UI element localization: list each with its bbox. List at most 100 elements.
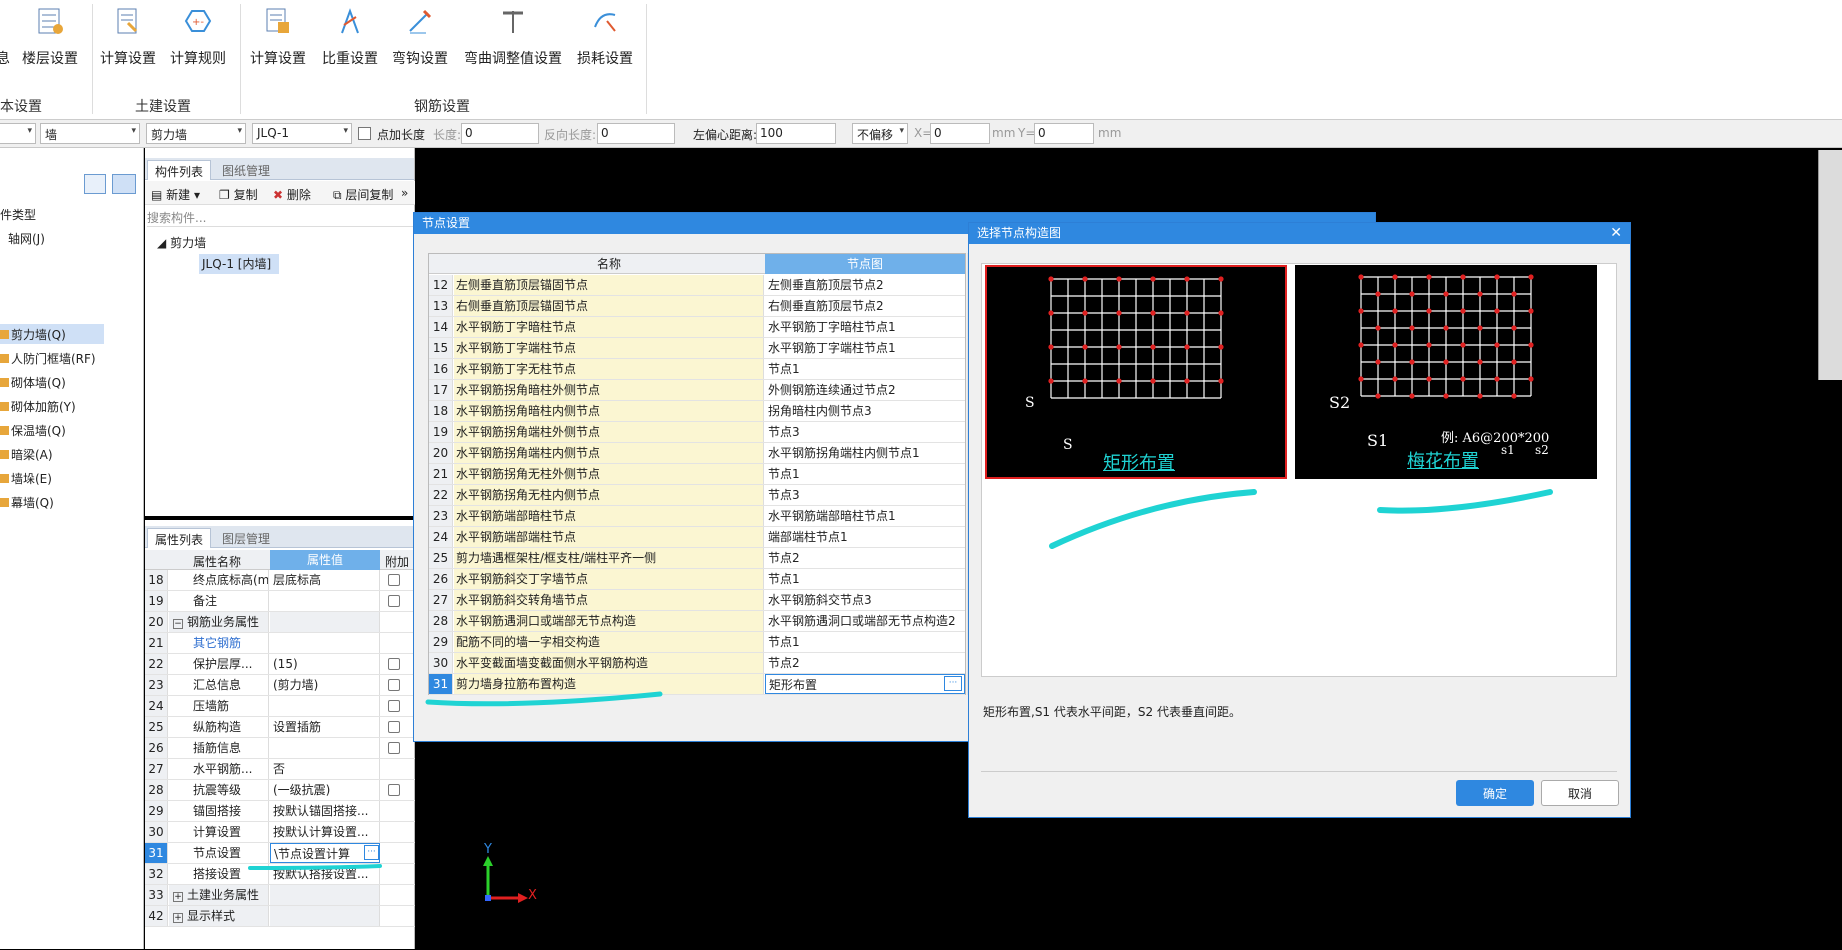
node-row[interactable]: 25 剪力墙遇框架柱/框支柱/端柱平齐一侧 节点2: [429, 548, 965, 569]
node-diagram-value[interactable]: 拐角暗柱内侧节点3: [765, 401, 965, 421]
tab-layer-management[interactable]: 图层管理: [215, 528, 277, 548]
tab-drawing-management[interactable]: 图纸管理: [215, 160, 277, 180]
property-row[interactable]: 32 搭接设置 按默认搭接设置...: [145, 864, 415, 885]
nav-item-curtain-wall[interactable]: 幕墙(Q): [0, 492, 54, 512]
delete-button[interactable]: ✖ 删除: [273, 186, 311, 203]
node-row[interactable]: 26 水平钢筋斜交丁字墙节点 节点1: [429, 569, 965, 590]
expand-icon[interactable]: −: [173, 619, 183, 629]
ellipsis-button[interactable]: ···: [364, 845, 379, 860]
node-diagram-value[interactable]: 节点1: [765, 464, 965, 484]
property-value[interactable]: [270, 906, 380, 926]
property-row[interactable]: 24 压墙筋: [145, 696, 415, 717]
reverse-length-input[interactable]: 0: [597, 123, 675, 144]
property-row[interactable]: 22 保护层厚... (15): [145, 654, 415, 675]
node-row[interactable]: 18 水平钢筋拐角暗柱内侧节点 拐角暗柱内侧节点3: [429, 401, 965, 422]
node-diagram-value[interactable]: 外侧钢筋连续通过节点2: [765, 380, 965, 400]
node-diagram-value[interactable]: 右侧垂直筋顶层节点2: [765, 296, 965, 316]
property-value[interactable]: 按默认计算设置...: [270, 822, 380, 842]
node-diagram-value[interactable]: 水平钢筋遇洞口或端部无节点构造2: [765, 611, 965, 631]
property-row[interactable]: 27 水平钢筋... 否: [145, 759, 415, 780]
ribbon-cut-button[interactable]: 息: [0, 0, 12, 78]
property-row[interactable]: 33 + 土建业务属性: [145, 885, 415, 906]
list-view-icon[interactable]: [84, 174, 106, 194]
property-row[interactable]: 28 抗震等级 (一级抗震): [145, 780, 415, 801]
property-value[interactable]: 按默认锚固搭接...: [270, 801, 380, 821]
node-diagram-value[interactable]: 左侧垂直筋顶层节点2: [765, 275, 965, 295]
x-input[interactable]: 0: [930, 123, 990, 144]
node-row[interactable]: 29 配筋不同的墙一字相交构造 节点1: [429, 632, 965, 653]
property-value[interactable]: [270, 612, 380, 632]
option-quincunx-layout[interactable]: 梅花布置 S2 S1 例: A6@200*200 s1 s2: [1295, 265, 1597, 479]
node-diagram-value[interactable]: 节点3: [765, 422, 965, 442]
floor-copy-button[interactable]: ⧉ 层间复制: [333, 186, 393, 203]
expand-icon[interactable]: +: [173, 913, 183, 923]
component-select[interactable]: JLQ-1: [252, 123, 352, 144]
civil-calc-settings-button[interactable]: 计算设置: [96, 0, 160, 78]
node-row[interactable]: 21 水平钢筋拐角无柱外侧节点 节点1: [429, 464, 965, 485]
length-input[interactable]: 0: [461, 123, 539, 144]
property-value[interactable]: (剪力墙): [270, 675, 380, 695]
copy-button[interactable]: ❐ 复制: [219, 186, 258, 203]
cancel-button[interactable]: 取消: [1541, 780, 1619, 806]
property-value[interactable]: 设置插筋: [270, 717, 380, 737]
node-diagram-value[interactable]: 节点1: [765, 632, 965, 652]
node-row[interactable]: 31 剪力墙身拉筋布置构造 矩形布置 ···: [429, 674, 965, 695]
node-row[interactable]: 17 水平钢筋拐角暗柱外侧节点 外侧钢筋连续通过节点2: [429, 380, 965, 401]
hook-settings-button[interactable]: 弯钩设置: [388, 0, 452, 78]
nav-item-insulation-wall[interactable]: 保温墙(Q): [0, 420, 66, 440]
nav-item-wall-pier[interactable]: 墙垛(E): [0, 468, 52, 488]
property-row[interactable]: 25 纵筋构造 设置插筋: [145, 717, 415, 738]
node-diagram-value[interactable]: 水平钢筋丁字暗柱节点1: [765, 317, 965, 337]
floor-settings-button[interactable]: 楼层设置: [14, 0, 86, 78]
node-row[interactable]: 16 水平钢筋丁字无柱节点 节点1: [429, 359, 965, 380]
nav-item-masonry-wall[interactable]: 砌体墙(Q): [0, 372, 66, 392]
ok-button[interactable]: 确定: [1456, 780, 1534, 806]
node-diagram-value[interactable]: 矩形布置: [765, 674, 965, 694]
tab-component-list[interactable]: 构件列表: [147, 160, 212, 180]
node-row[interactable]: 24 水平钢筋端部端柱节点 端部端柱节点1: [429, 527, 965, 548]
density-settings-button[interactable]: 比重设置: [318, 0, 382, 78]
node-row[interactable]: 28 水平钢筋遇洞口或端部无节点构造 水平钢筋遇洞口或端部无节点构造2: [429, 611, 965, 632]
node-row[interactable]: 30 水平变截面墙变截面侧水平钢筋构造 节点2: [429, 653, 965, 674]
property-row[interactable]: 30 计算设置 按默认计算设置...: [145, 822, 415, 843]
property-extra-checkbox[interactable]: [388, 658, 400, 670]
node-diagram-value[interactable]: 节点2: [765, 653, 965, 673]
node-diagram-value[interactable]: 节点1: [765, 359, 965, 379]
node-row[interactable]: 20 水平钢筋拐角端柱内侧节点 水平钢筋拐角端柱内侧节点1: [429, 443, 965, 464]
nav-item-civil-defense-wall[interactable]: 人防门框墙(RF): [0, 348, 96, 368]
node-diagram-value[interactable]: 水平钢筋拐角端柱内侧节点1: [765, 443, 965, 463]
close-icon[interactable]: ✕: [1610, 223, 1622, 244]
tree-item-jlq1[interactable]: JLQ-1 [内墙]: [199, 254, 279, 274]
search-input[interactable]: 搜索构件...: [147, 209, 413, 227]
node-row[interactable]: 13 右侧垂直筋顶层锚固节点 右侧垂直筋顶层节点2: [429, 296, 965, 317]
property-row[interactable]: 18 终点底标高(m) 层底标高: [145, 570, 415, 591]
property-extra-checkbox[interactable]: [388, 700, 400, 712]
property-row[interactable]: 19 备注: [145, 591, 415, 612]
floor-select[interactable]: [0, 123, 36, 144]
tree-root[interactable]: ◢ 剪力墙: [157, 234, 206, 251]
property-value[interactable]: (15): [270, 654, 380, 674]
node-diagram-value[interactable]: 端部端柱节点1: [765, 527, 965, 547]
node-row[interactable]: 22 水平钢筋拐角无柱内侧节点 节点3: [429, 485, 965, 506]
type-select[interactable]: 剪力墙: [146, 123, 246, 144]
node-diagram-value[interactable]: 水平钢筋斜交节点3: [765, 590, 965, 610]
property-row[interactable]: 23 汇总信息 (剪力墙): [145, 675, 415, 696]
nav-item-hidden-beam[interactable]: 暗梁(A): [0, 444, 53, 464]
grid-view-icon[interactable]: [112, 174, 136, 194]
property-value[interactable]: [270, 591, 380, 611]
offset-input[interactable]: 100: [756, 123, 836, 144]
property-extra-checkbox[interactable]: [388, 574, 400, 586]
loss-settings-button[interactable]: 损耗设置: [572, 0, 638, 78]
node-diagram-value[interactable]: 节点1: [765, 569, 965, 589]
property-value[interactable]: [270, 738, 380, 758]
property-row[interactable]: 20 − 钢筋业务属性: [145, 612, 415, 633]
property-extra-checkbox[interactable]: [388, 784, 400, 796]
tab-property-list[interactable]: 属性列表: [147, 528, 212, 548]
view-toolbar[interactable]: [1818, 150, 1842, 380]
property-row[interactable]: 29 锚固搭接 按默认锚固搭接...: [145, 801, 415, 822]
nav-item-axis[interactable]: 轴网(J): [0, 228, 45, 248]
property-value[interactable]: (一级抗震): [270, 780, 380, 800]
node-row[interactable]: 12 左侧垂直筋顶层锚固节点 左侧垂直筋顶层节点2: [429, 275, 965, 296]
property-value[interactable]: [270, 696, 380, 716]
property-extra-checkbox[interactable]: [388, 595, 400, 607]
